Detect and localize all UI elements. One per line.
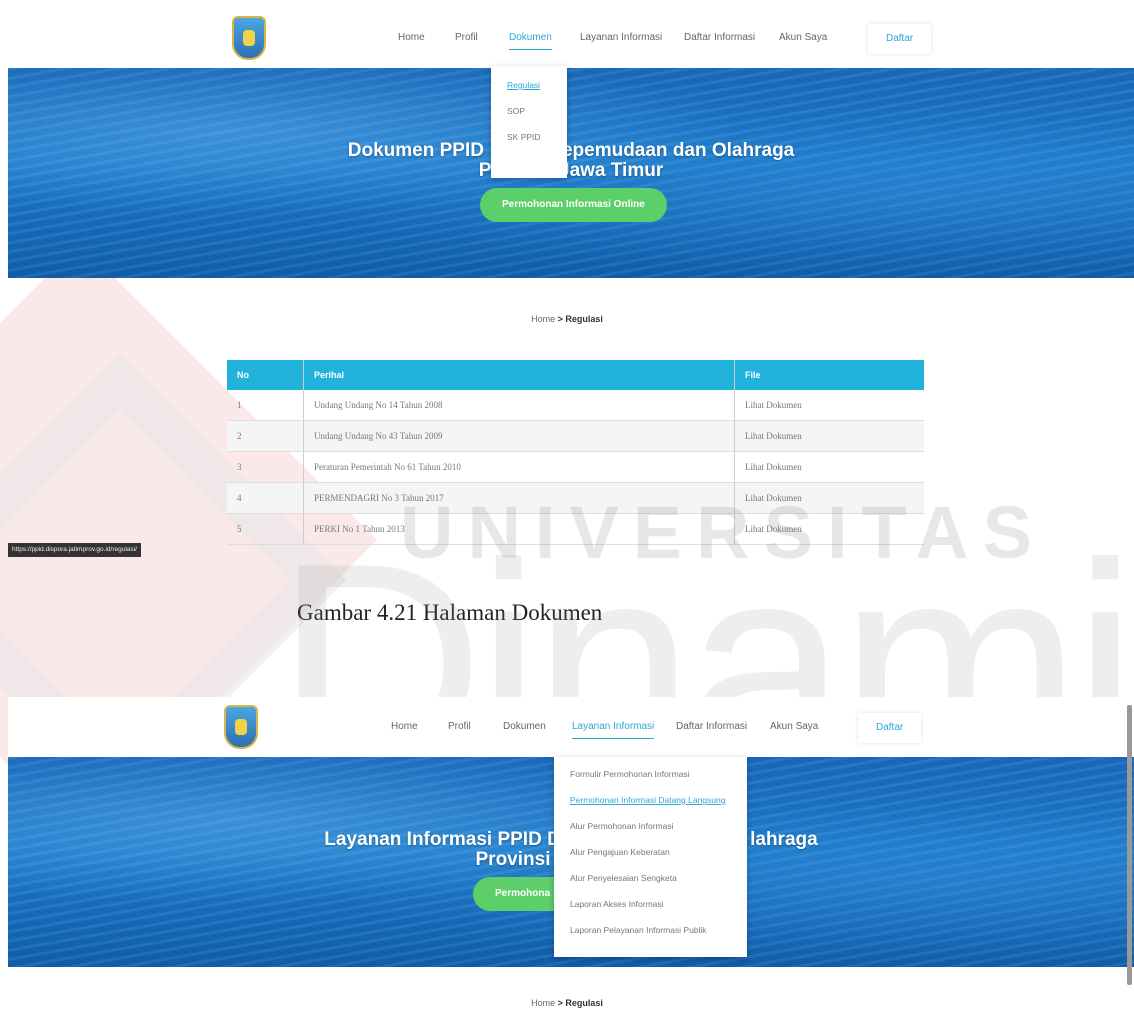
- breadcrumb: Home > Regulasi: [0, 314, 1134, 324]
- status-url-tooltip: https://ppid.dispora.jatimprov.go.id/reg…: [8, 543, 141, 557]
- nav-dokumen[interactable]: Dokumen: [509, 8, 552, 68]
- daftar-button[interactable]: Daftar: [868, 24, 932, 54]
- lihat-dokumen-link[interactable]: Lihat Dokumen: [734, 420, 924, 452]
- table-row: 3 Peraturan Pemerintah No 61 Tahun 2010 …: [227, 451, 924, 483]
- dropdown-item-sk-ppid[interactable]: SK PPID: [491, 124, 567, 150]
- dropdown-item-laporan-akses[interactable]: Laporan Akses Informasi: [554, 891, 747, 917]
- dokumen-dropdown: Regulasi SOP SK PPID: [491, 66, 567, 178]
- nav-dokumen[interactable]: Dokumen: [503, 697, 546, 757]
- nav-layanan-informasi[interactable]: Layanan Informasi: [580, 8, 662, 68]
- cell-no: 1: [227, 390, 304, 421]
- dropdown-item-laporan-pelayanan[interactable]: Laporan Pelayanan Informasi Publik: [554, 917, 747, 943]
- nav-daftar-informasi[interactable]: Daftar Informasi: [684, 8, 755, 68]
- cell-perihal: Undang Undang No 14 Tahun 2008: [303, 390, 735, 421]
- breadcrumb-home[interactable]: Home: [531, 998, 555, 1008]
- dropdown-item-sop[interactable]: SOP: [491, 98, 567, 124]
- table-header-row: No Perihal File: [227, 360, 924, 390]
- nav-profil[interactable]: Profil: [448, 697, 471, 757]
- hero-title: Dokumen PPID epemudaan dan Olahraga: [347, 140, 795, 161]
- jatim-logo-icon[interactable]: [232, 16, 266, 60]
- header-file: File: [734, 360, 924, 390]
- nav-akun-saya[interactable]: Akun Saya: [779, 8, 827, 68]
- lihat-dokumen-link[interactable]: Lihat Dokumen: [734, 390, 924, 421]
- lihat-dokumen-link[interactable]: Lihat Dokumen: [734, 451, 924, 483]
- hero-subtitle: Provinsi: [475, 849, 551, 870]
- screenshot-layanan-informasi: Home Profil Dokumen Layanan Informasi Da…: [8, 697, 1134, 969]
- cell-perihal: Undang Undang No 43 Tahun 2009: [303, 420, 735, 452]
- permohonan-online-button[interactable]: Permohonan Informasi Online: [480, 188, 667, 222]
- hero-subtitle: Provinsi Jawa Timur: [478, 160, 664, 181]
- scrollbar[interactable]: [1127, 705, 1132, 985]
- layanan-dropdown: Formulir Permohonan Informasi Permohonan…: [554, 757, 747, 957]
- dropdown-item-alur-keberatan[interactable]: Alur Pengajuan Keberatan: [554, 839, 747, 865]
- nav-home[interactable]: Home: [391, 697, 418, 757]
- dropdown-item-alur-sengketa[interactable]: Alur Penyelesaian Sengketa: [554, 865, 747, 891]
- dropdown-item-formulir-permohonan[interactable]: Formulir Permohonan Informasi: [554, 761, 747, 787]
- table-row: 1 Undang Undang No 14 Tahun 2008 Lihat D…: [227, 390, 924, 421]
- navbar: Home Profil Dokumen Layanan Informasi Da…: [8, 697, 1134, 758]
- breadcrumb: Home > Regulasi: [0, 998, 1134, 1008]
- cell-no: 2: [227, 420, 304, 452]
- table-row: 2 Undang Undang No 43 Tahun 2009 Lihat D…: [227, 420, 924, 452]
- daftar-button[interactable]: Daftar: [858, 713, 922, 743]
- jatim-logo-icon[interactable]: [224, 705, 258, 749]
- nav-akun-saya[interactable]: Akun Saya: [770, 697, 818, 757]
- nav-layanan-informasi[interactable]: Layanan Informasi: [572, 697, 655, 757]
- hero-banner: Dokumen PPID epemudaan dan Olahraga Provi…: [8, 68, 1134, 278]
- cell-no: 3: [227, 451, 304, 483]
- screenshot-dokumen: Home Profil Dokumen Layanan Informasi Da…: [8, 8, 1134, 280]
- breadcrumb-current: > Regulasi: [557, 998, 603, 1008]
- dropdown-item-datang-langsung[interactable]: Permohonan Informasi Datang Langsung: [554, 787, 747, 813]
- header-no: No: [227, 360, 304, 390]
- nav-profil[interactable]: Profil: [455, 8, 478, 68]
- navbar: Home Profil Dokumen Layanan Informasi Da…: [8, 8, 1134, 69]
- nav-home[interactable]: Home: [398, 8, 425, 68]
- cell-perihal: Peraturan Pemerintah No 61 Tahun 2010: [303, 451, 735, 483]
- dropdown-item-regulasi[interactable]: Regulasi: [491, 72, 567, 98]
- nav-daftar-informasi[interactable]: Daftar Informasi: [676, 697, 747, 757]
- breadcrumb-home[interactable]: Home: [531, 314, 555, 324]
- breadcrumb-current: > Regulasi: [557, 314, 603, 324]
- dropdown-item-alur-permohonan[interactable]: Alur Permohonan Informasi: [554, 813, 747, 839]
- header-perihal: Perihal: [303, 360, 735, 390]
